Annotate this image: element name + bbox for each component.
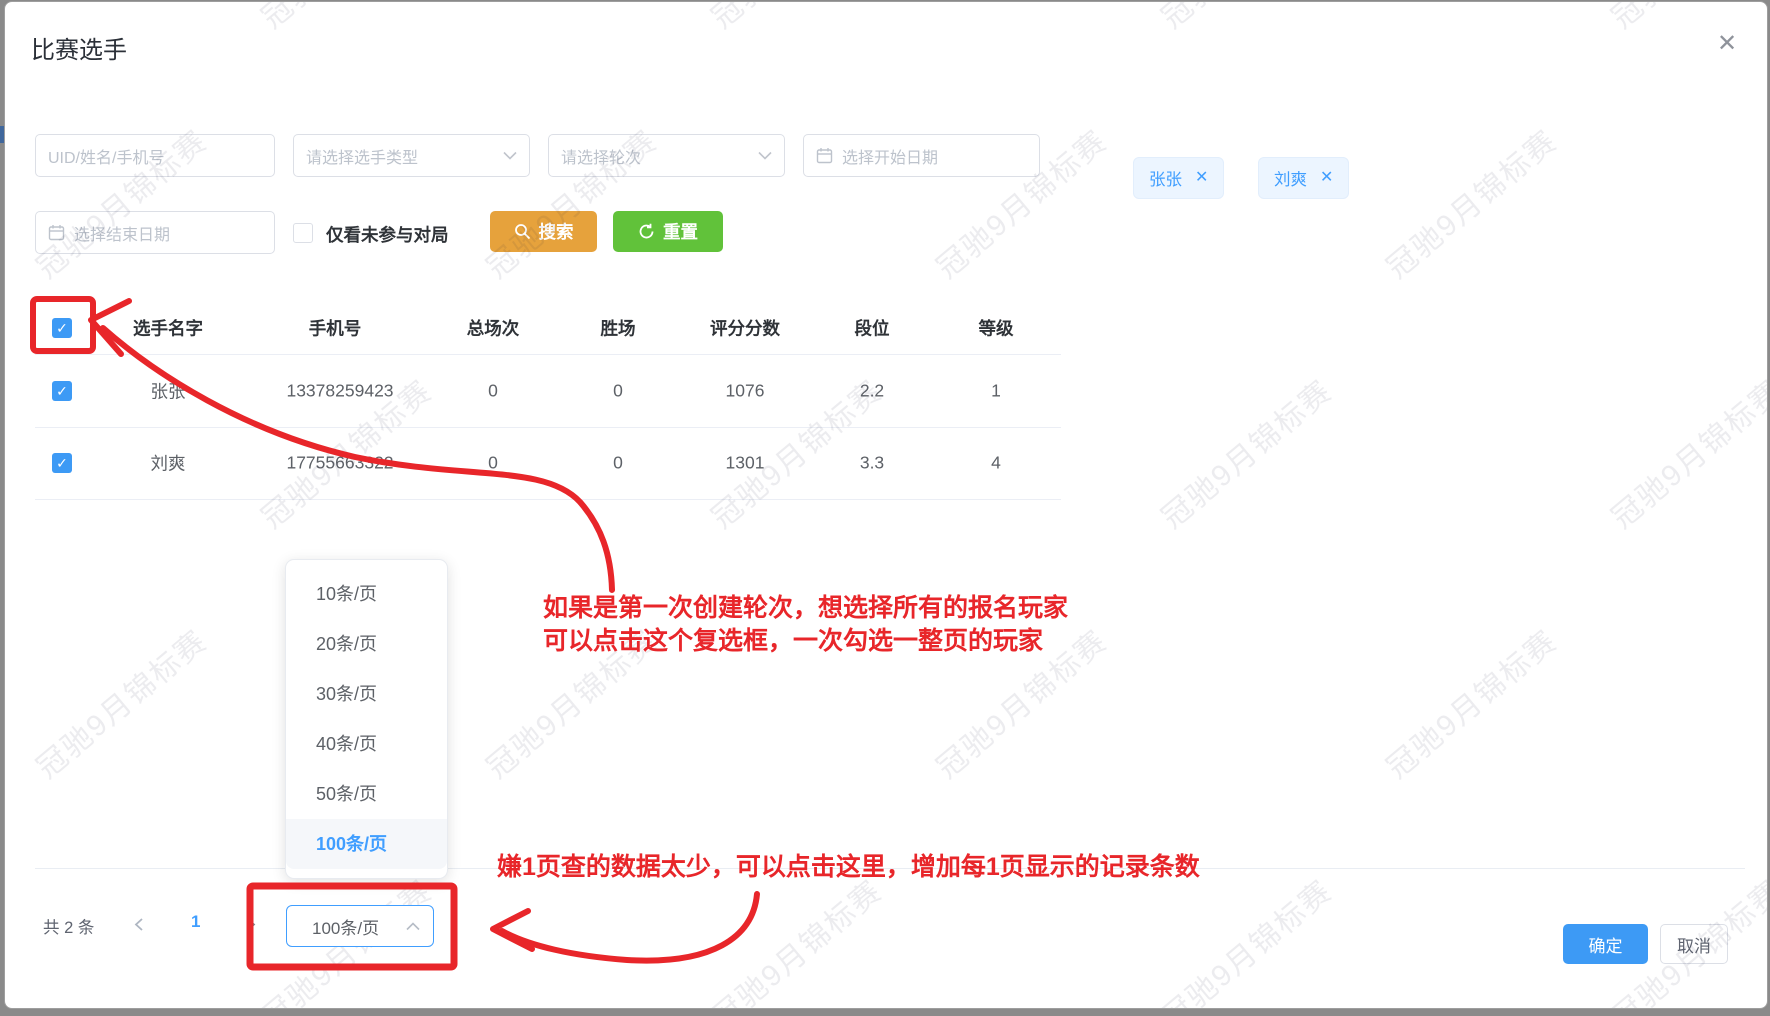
keyword-placeholder: UID/姓名/手机号 [48,144,262,168]
cell-wins: 0 [613,453,623,474]
watermark-text: 冠驰9月锦标赛 [250,1,440,37]
page-size-value: 100条/页 [312,914,379,939]
cell-wins: 0 [613,380,623,401]
watermark-text: 冠驰9月锦标赛 [700,867,890,1009]
cell-name: 刘爽 [151,451,186,476]
column-header: 总场次 [467,316,520,341]
page-size-dropdown: 10条/页 20条/页 30条/页 40条/页 50条/页 100条/页 [285,559,448,879]
dialog-title: 比赛选手 [31,30,127,65]
refresh-icon [638,223,655,240]
end-date-picker[interactable]: 选择结束日期 [35,211,275,254]
page-size-option-selected[interactable]: 100条/页 [286,819,447,869]
cell-phone: 17755663322 [286,453,393,474]
table-header-row: 选手名字 手机号 总场次 胜场 评分分数 段位 等级 [5,302,1105,354]
page-size-option[interactable]: 40条/页 [286,719,447,769]
annotation-arrow-to-page-size [502,894,757,961]
round-placeholder: 请选择轮次 [561,144,752,168]
confirm-button-label: 确定 [1589,932,1623,957]
magnifier-icon [514,223,531,240]
watermark-text: 冠驰9月锦标赛 [1600,367,1768,536]
selected-tag-label: 张张 [1149,166,1182,190]
chevron-down-icon [503,151,517,160]
watermark-text: 冠驰9月锦标赛 [1375,117,1565,286]
table-row: 张张 13378259423 0 0 1076 2.2 1 [5,354,1105,427]
page-size-option[interactable]: 50条/页 [286,769,447,819]
tag-remove-icon[interactable]: ✕ [1320,170,1333,186]
calendar-icon [48,224,65,241]
table-row: 刘爽 17755663322 0 0 1301 3.3 4 [5,427,1105,499]
table-divider [35,499,1061,500]
chevron-down-icon [758,151,772,160]
cancel-button-label: 取消 [1677,932,1711,957]
column-header: 选手名字 [133,316,203,341]
page-size-option[interactable]: 30条/页 [286,669,447,719]
column-header: 评分分数 [710,316,780,341]
search-button[interactable]: 搜索 [490,211,597,252]
chevron-left-icon[interactable] [133,917,145,932]
only-unplayed-checkbox[interactable] [293,223,313,243]
select-all-checkbox[interactable] [52,318,72,338]
cancel-button[interactable]: 取消 [1660,924,1728,964]
annotation-line: 如果是第一次创建轮次，想选择所有的报名玩家 [543,592,1068,625]
watermark-text: 冠驰9月锦标赛 [700,1,890,37]
background-edge-artifact [0,126,4,143]
selected-tag: 刘爽 ✕ [1258,157,1349,199]
cell-level: 4 [991,453,1001,474]
watermark-text: 冠驰9月锦标赛 [1150,1,1340,37]
close-icon[interactable]: ✕ [1717,32,1737,56]
watermark-text: 冠驰9月锦标赛 [1150,367,1340,536]
cell-score: 1076 [726,380,765,401]
reset-button[interactable]: 重置 [613,211,723,252]
selected-tag-label: 刘爽 [1274,166,1307,190]
watermark-text: 冠驰9月锦标赛 [1150,867,1340,1009]
annotation-select-all-text: 如果是第一次创建轮次，想选择所有的报名玩家 可以点击这个复选框，一次勾选一整页的… [543,592,1068,658]
row-checkbox[interactable] [52,453,72,473]
players-dialog: 比赛选手 ✕ UID/姓名/手机号 请选择选手类型 请选择轮次 [4,1,1768,1009]
only-unplayed-label: 仅看未参与对局 [326,222,449,247]
watermark-text: 冠驰9月锦标赛 [1600,1,1768,37]
cell-rank: 3.3 [860,453,884,474]
annotation-page-size-text: 嫌1页查的数据太少，可以点击这里，增加每1页显示的记录条数 [497,851,1200,884]
chevron-right-icon[interactable] [245,917,257,932]
cell-phone: 13378259423 [286,380,393,401]
player-type-placeholder: 请选择选手类型 [306,144,497,168]
calendar-icon [816,147,833,164]
watermark-text: 冠驰9月锦标赛 [25,617,215,786]
tag-remove-icon[interactable]: ✕ [1195,170,1208,186]
start-date-picker[interactable]: 选择开始日期 [803,134,1040,177]
screen: 比赛选手 ✕ UID/姓名/手机号 请选择选手类型 请选择轮次 [0,0,1770,1016]
search-button-label: 搜索 [539,219,574,244]
column-header: 段位 [855,316,890,341]
cell-rank: 2.2 [860,380,884,401]
watermark-text: 冠驰9月锦标赛 [1375,617,1565,786]
round-select[interactable]: 请选择轮次 [548,134,785,177]
annotation-arrowhead [493,911,532,949]
page-size-option[interactable]: 20条/页 [286,619,447,669]
page-size-select[interactable]: 100条/页 [286,905,434,947]
annotation-line: 可以点击这个复选框，一次勾选一整页的玩家 [543,625,1068,658]
cell-score: 1301 [726,453,765,474]
start-date-placeholder: 选择开始日期 [842,144,1027,168]
confirm-button[interactable]: 确定 [1563,924,1648,964]
cell-name: 张张 [151,378,186,403]
cell-level: 1 [991,380,1001,401]
reset-button-label: 重置 [663,219,698,244]
player-type-select[interactable]: 请选择选手类型 [293,134,530,177]
column-header: 等级 [979,316,1014,341]
chevron-up-icon [406,922,420,931]
column-header: 胜场 [601,316,636,341]
cell-total: 0 [488,380,498,401]
column-header: 手机号 [309,316,362,341]
page-size-option[interactable]: 10条/页 [286,569,447,619]
end-date-placeholder: 选择结束日期 [74,221,262,245]
row-checkbox[interactable] [52,381,72,401]
total-count-label: 共 2 条 [43,914,94,938]
page-number[interactable]: 1 [191,912,200,932]
selected-tag: 张张 ✕ [1133,157,1224,199]
keyword-input[interactable]: UID/姓名/手机号 [35,134,275,177]
cell-total: 0 [488,453,498,474]
